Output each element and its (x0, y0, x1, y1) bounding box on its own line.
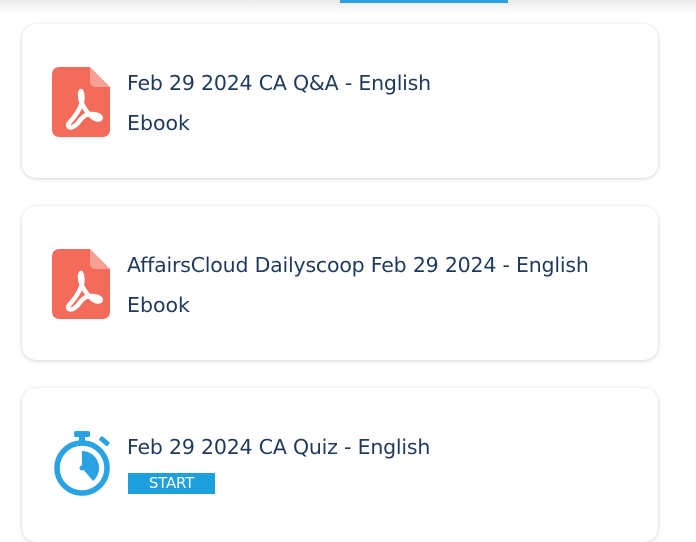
ebook-type-label: Ebook (127, 293, 190, 317)
ebook-card-dailyscoop[interactable]: AffairsCloud Dailyscoop Feb 29 2024 - En… (22, 206, 658, 360)
stopwatch-icon (51, 430, 113, 496)
ebook-title: Feb 29 2024 CA Q&A - English (127, 71, 431, 95)
ebook-title: AffairsCloud Dailyscoop Feb 29 2024 - En… (127, 253, 589, 277)
quiz-card-ca-quiz[interactable]: Feb 29 2024 CA Quiz - English START (22, 388, 658, 542)
quiz-title: Feb 29 2024 CA Quiz - English (127, 435, 431, 459)
active-tab-indicator (340, 0, 508, 3)
pdf-file-icon (52, 67, 110, 137)
pdf-file-icon (52, 249, 110, 319)
ebook-card-ca-qa[interactable]: Feb 29 2024 CA Q&A - English Ebook (22, 24, 658, 178)
ebook-type-label: Ebook (127, 111, 190, 135)
start-quiz-button[interactable]: START (128, 473, 215, 494)
